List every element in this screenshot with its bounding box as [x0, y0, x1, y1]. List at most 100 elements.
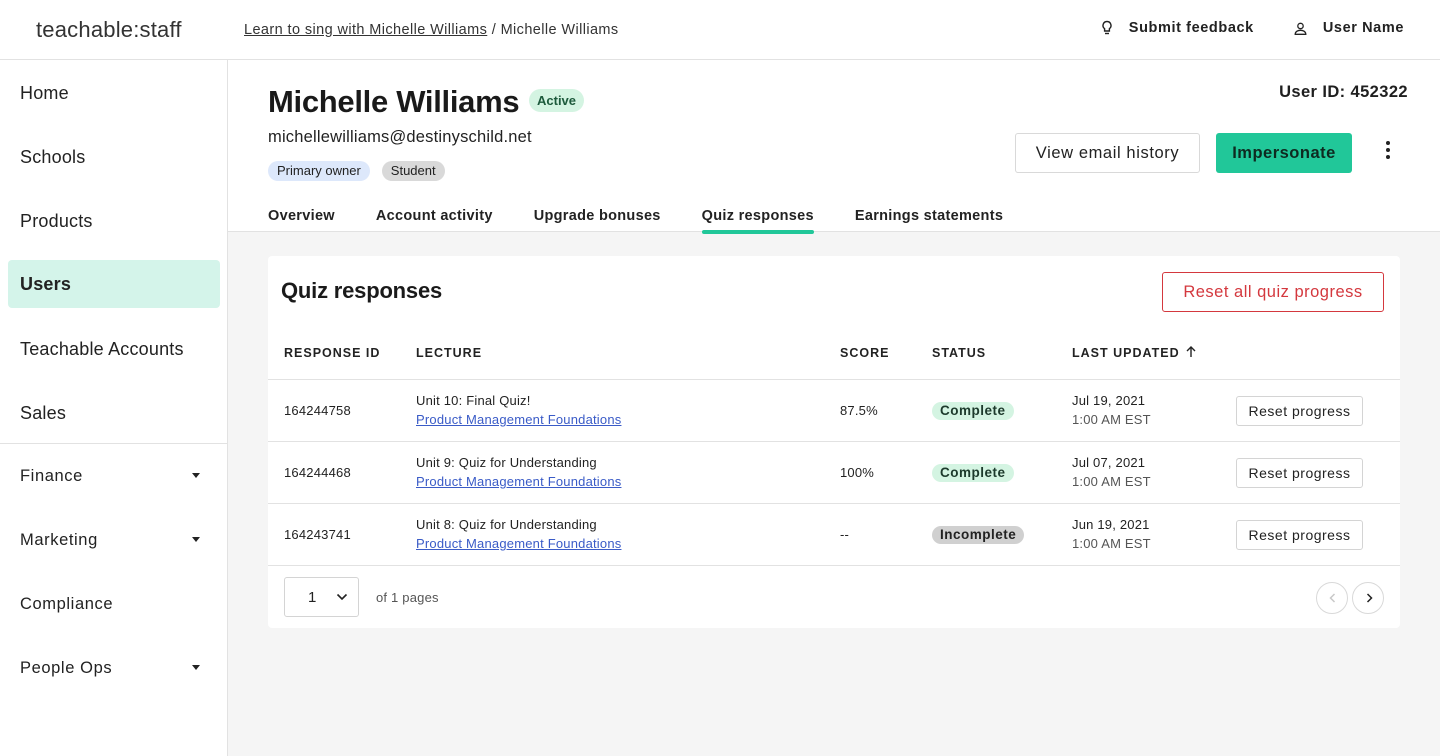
- submit-feedback-label: Submit feedback: [1128, 20, 1254, 36]
- role-tags: Primary owner Student: [268, 161, 457, 181]
- user-menu-button[interactable]: User Name: [1294, 20, 1404, 36]
- score-cell: 100%: [840, 465, 875, 480]
- more-options-icon[interactable]: [1382, 141, 1394, 165]
- sidebar-item-users[interactable]: Users: [8, 260, 220, 308]
- sidebar-item-label: Schools: [20, 146, 86, 167]
- app-logo[interactable]: teachable:staff: [36, 17, 182, 43]
- reset-all-quiz-progress-button[interactable]: Reset all quiz progress: [1162, 272, 1384, 312]
- last-updated-time: 1:00 AM EST: [1072, 536, 1151, 551]
- chevron-right-icon: [1366, 593, 1373, 603]
- lecture-title: Unit 8: Quiz for Understanding: [416, 517, 597, 532]
- reset-progress-button[interactable]: Reset progress: [1236, 458, 1363, 488]
- reset-progress-button[interactable]: Reset progress: [1236, 396, 1363, 426]
- breadcrumb-current: Michelle Williams: [500, 22, 619, 38]
- last-updated-time: 1:00 AM EST: [1072, 412, 1151, 427]
- table-footer-divider: [268, 565, 1400, 566]
- sidebar-item-label: Home: [20, 82, 69, 103]
- role-tag-primary-owner: Primary owner: [268, 161, 370, 181]
- sidebar-item-label: Marketing: [20, 530, 98, 549]
- user-menu-label: User Name: [1322, 20, 1404, 36]
- sidebar-item-compliance[interactable]: Compliance: [8, 580, 220, 628]
- chevron-left-icon: [1329, 593, 1336, 603]
- next-page-button[interactable]: [1352, 582, 1384, 614]
- previous-page-button[interactable]: [1316, 582, 1348, 614]
- sidebar-item-label: Products: [20, 210, 93, 231]
- course-link[interactable]: Product Management Foundations: [416, 412, 621, 427]
- sidebar-item-marketing[interactable]: Marketing: [8, 516, 220, 564]
- last-updated-date: Jul 07, 2021: [1072, 455, 1146, 470]
- sidebar-item-products[interactable]: Products: [8, 197, 220, 245]
- score-cell: 87.5%: [840, 403, 878, 418]
- top-actions: Submit feedback User Name: [1101, 20, 1404, 36]
- sidebar-item-label: Teachable Accounts: [20, 338, 184, 359]
- impersonate-button[interactable]: Impersonate: [1216, 133, 1352, 173]
- table-row: 164244758 Unit 10: Final Quiz! Product M…: [268, 379, 1400, 441]
- sidebar-item-finance[interactable]: Finance: [8, 452, 220, 500]
- status-badge: Incomplete: [932, 526, 1025, 544]
- lightbulb-icon: [1102, 20, 1112, 35]
- sidebar-item-sales[interactable]: Sales: [8, 389, 220, 437]
- sidebar: Home Schools Products Users Teachable Ac…: [0, 60, 228, 756]
- lecture-title: Unit 9: Quiz for Understanding: [416, 455, 597, 470]
- column-header-lecture[interactable]: LECTURE: [416, 346, 482, 360]
- caret-down-icon: [192, 537, 200, 542]
- response-id-cell: 164244468: [284, 465, 351, 480]
- page-info: of 1 pages: [376, 590, 439, 605]
- sidebar-item-schools[interactable]: Schools: [8, 133, 220, 181]
- course-link[interactable]: Product Management Foundations: [416, 474, 621, 489]
- status-badge: Complete: [932, 464, 1014, 482]
- caret-down-icon: [192, 473, 200, 478]
- lecture-title: Unit 10: Final Quiz!: [416, 393, 531, 408]
- status-badge: Active: [529, 89, 585, 112]
- quiz-responses-card: Quiz responses Reset all quiz progress R…: [268, 256, 1400, 628]
- sidebar-item-label: Users: [20, 273, 72, 294]
- sidebar-item-label: Finance: [20, 466, 83, 485]
- response-id-cell: 164244758: [284, 403, 351, 418]
- top-bar: teachable:staff Learn to sing with Miche…: [0, 0, 1440, 60]
- tab-upgrade-bonuses[interactable]: Upgrade bonuses: [534, 208, 661, 232]
- view-email-history-button[interactable]: View email history: [1015, 133, 1200, 173]
- user-email: michellewilliams@destinyschild.net: [268, 128, 532, 146]
- tab-earnings-statements[interactable]: Earnings statements: [855, 208, 1003, 232]
- sort-ascending-icon[interactable]: [1185, 345, 1197, 358]
- course-link[interactable]: Product Management Foundations: [416, 536, 621, 551]
- column-header-status[interactable]: STATUS: [932, 346, 986, 360]
- caret-down-icon: [192, 665, 200, 670]
- breadcrumb: Learn to sing with Michelle Williams / M…: [244, 22, 619, 38]
- response-id-cell: 164243741: [284, 527, 351, 542]
- last-updated-date: Jul 19, 2021: [1072, 393, 1146, 408]
- sidebar-item-teachable-accounts[interactable]: Teachable Accounts: [8, 325, 220, 373]
- column-header-last-updated[interactable]: LAST UPDATED: [1072, 346, 1180, 360]
- card-title: Quiz responses: [281, 278, 443, 303]
- column-header-response-id[interactable]: RESPONSE ID: [284, 346, 380, 360]
- sidebar-item-people-ops[interactable]: People Ops: [8, 644, 220, 692]
- submit-feedback-button[interactable]: Submit feedback: [1101, 20, 1254, 36]
- page-select[interactable]: 1: [284, 577, 359, 617]
- tab-account-activity[interactable]: Account activity: [376, 208, 493, 232]
- breadcrumb-school-link[interactable]: Learn to sing with Michelle Williams: [244, 22, 487, 38]
- last-updated-date: Jun 19, 2021: [1072, 517, 1150, 532]
- page-title: Michelle Williams: [268, 84, 520, 119]
- table-row: 164244468 Unit 9: Quiz for Understanding…: [268, 441, 1400, 503]
- table-row: 164243741 Unit 8: Quiz for Understanding…: [268, 503, 1400, 565]
- sidebar-item-label: Compliance: [20, 594, 114, 613]
- sidebar-item-label: Sales: [20, 402, 67, 423]
- tab-bar: Overview Account activity Upgrade bonuse…: [268, 208, 1044, 234]
- reset-progress-button[interactable]: Reset progress: [1236, 520, 1363, 550]
- user-id: User ID: 452322: [1279, 83, 1408, 101]
- sidebar-item-label: People Ops: [20, 658, 113, 677]
- page-select-value: 1: [308, 589, 317, 606]
- chevron-down-icon: [336, 593, 348, 601]
- status-badge: Complete: [932, 402, 1014, 420]
- breadcrumb-separator: /: [487, 22, 501, 38]
- tab-quiz-responses[interactable]: Quiz responses: [701, 208, 815, 234]
- score-cell: --: [840, 527, 850, 542]
- user-header: Michelle Williams Active michellewilliam…: [228, 60, 1440, 234]
- last-updated-time: 1:00 AM EST: [1072, 474, 1151, 489]
- person-icon: [1294, 22, 1307, 35]
- role-tag-student: Student: [381, 161, 445, 181]
- sidebar-divider: [0, 443, 228, 444]
- tab-overview[interactable]: Overview: [268, 208, 335, 232]
- sidebar-item-home[interactable]: Home: [8, 69, 220, 117]
- column-header-score[interactable]: SCORE: [840, 346, 889, 360]
